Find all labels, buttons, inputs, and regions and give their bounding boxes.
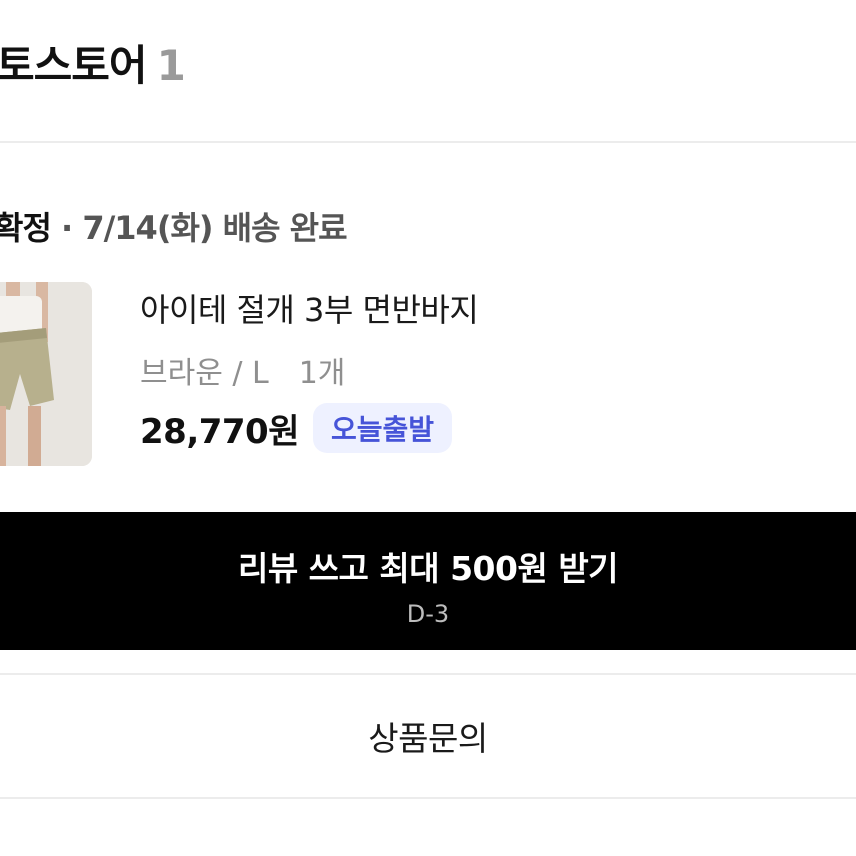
divider — [0, 797, 856, 799]
product-thumbnail[interactable] — [0, 282, 92, 466]
option-value: 브라운 / L — [140, 356, 269, 391]
store-header[interactable]: 토스토어 1 — [0, 32, 186, 93]
review-deadline: D-3 — [406, 600, 450, 628]
store-name: 토스토어 — [0, 41, 148, 90]
option-quantity: 1개 — [298, 356, 346, 391]
write-review-button[interactable]: 리뷰 쓰고 최대 500원 받기 D-3 — [0, 512, 856, 650]
store-item-count: 1 — [156, 41, 186, 90]
delivery-status: 확정 · 7/14(화) 배송 완료 — [0, 203, 348, 249]
product-option: 브라운 / L 1개 — [140, 348, 345, 392]
product-inquiry-button[interactable]: 상품문의 — [0, 676, 856, 796]
product-inquiry-label: 상품문의 — [368, 719, 488, 758]
purchase-status: 확정 — [0, 209, 52, 247]
order-detail-page: 토스토어 1 확정 · 7/14(화) 배송 완료 아이테 절개 3부 면반바지 … — [0, 0, 856, 856]
product-photo-shorts-icon — [0, 282, 92, 466]
divider — [0, 141, 856, 143]
same-day-shipping-badge: 오늘출발 — [312, 403, 453, 453]
product-name[interactable]: 아이테 절개 3부 면반바지 — [140, 285, 479, 331]
review-button-label: 리뷰 쓰고 최대 500원 받기 — [237, 549, 619, 588]
price-row: 28,770원 오늘출발 — [140, 402, 453, 454]
product-price: 28,770원 — [140, 411, 299, 452]
divider — [0, 673, 856, 675]
delivery-date: · 7/14(화) 배송 완료 — [61, 209, 348, 247]
